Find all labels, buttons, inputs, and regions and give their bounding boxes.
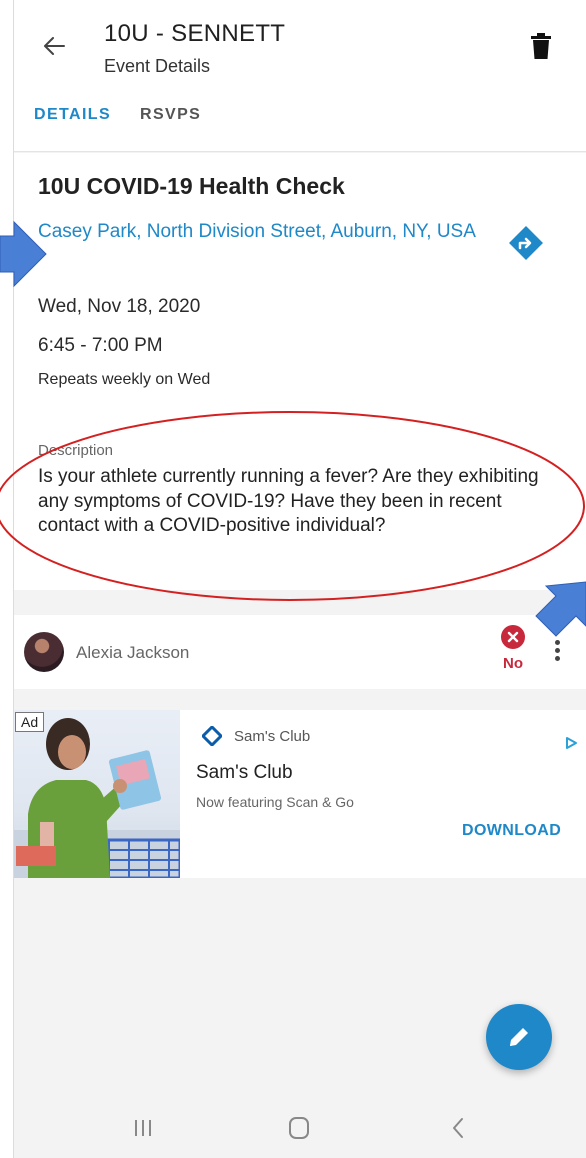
page-subtitle: Event Details [104,56,211,76]
ad-photo-illustration [14,718,180,878]
ad-choices-icon[interactable] [564,736,578,750]
directions-icon [509,226,543,260]
back-button[interactable] [34,26,74,66]
sams-club-logo-icon [202,726,222,746]
avatar [24,632,64,672]
recent-apps-icon[interactable] [132,1118,154,1138]
event-date: Wed, Nov 18, 2020 [38,296,201,317]
app-screen: 10U - SENNETT Event Details DETAILS RSVP… [13,0,586,1158]
ad-badge: Ad [15,712,45,732]
rsvp-status-label: No [503,655,523,672]
ad-banner[interactable]: Ad Sam's Club Sam's Club Now featuring S… [14,710,586,878]
page-title: 10U - SENNETT [104,20,286,47]
ad-brand-row: Sam's Club [202,726,310,746]
rsvp-list-item[interactable]: Alexia Jackson No [14,615,586,689]
ad-download-button[interactable]: DOWNLOAD [462,822,561,840]
pencil-icon [510,1028,528,1046]
edit-event-button[interactable] [486,1004,552,1070]
ad-headline: Sam's Club [196,762,293,783]
event-time: 6:45 - 7:00 PM [38,335,163,356]
arrow-left-icon [44,37,65,55]
system-back-icon[interactable] [450,1116,466,1140]
event-description: Is your athlete currently running a feve… [38,466,539,536]
tab-rsvps[interactable]: RSVPS [140,106,201,124]
ad-advertiser: Sam's Club [234,727,311,745]
system-navigation-bar [14,1098,586,1158]
directions-button[interactable] [506,223,546,263]
more-vert-dot [554,648,560,653]
rsvp-status-badge[interactable]: No [498,625,528,681]
event-repeat-rule: Repeats weekly on Wed [38,371,211,388]
description-label: Description [38,442,114,459]
event-title: 10U COVID-19 Health Check [38,173,345,199]
event-details-card: 10U COVID-19 Health Check Casey Park, No… [14,153,586,590]
app-header: 10U - SENNETT Event Details DETAILS RSVP… [14,0,586,152]
screenshot-margin [0,0,12,1158]
ad-body-text: Now featuring Scan & Go [196,794,354,810]
tab-details[interactable]: DETAILS [34,106,111,124]
trash-icon [531,33,551,59]
x-circle-icon [501,625,525,649]
home-icon[interactable] [289,1117,309,1139]
more-vert-icon [554,640,560,645]
event-location-link[interactable]: Casey Park, North Division Street, Aubur… [38,219,488,244]
delete-event-button[interactable] [525,28,557,64]
ad-image[interactable]: Ad [14,710,180,878]
more-options-button[interactable] [549,637,565,669]
member-name: Alexia Jackson [76,643,190,662]
more-vert-dot [554,656,560,661]
